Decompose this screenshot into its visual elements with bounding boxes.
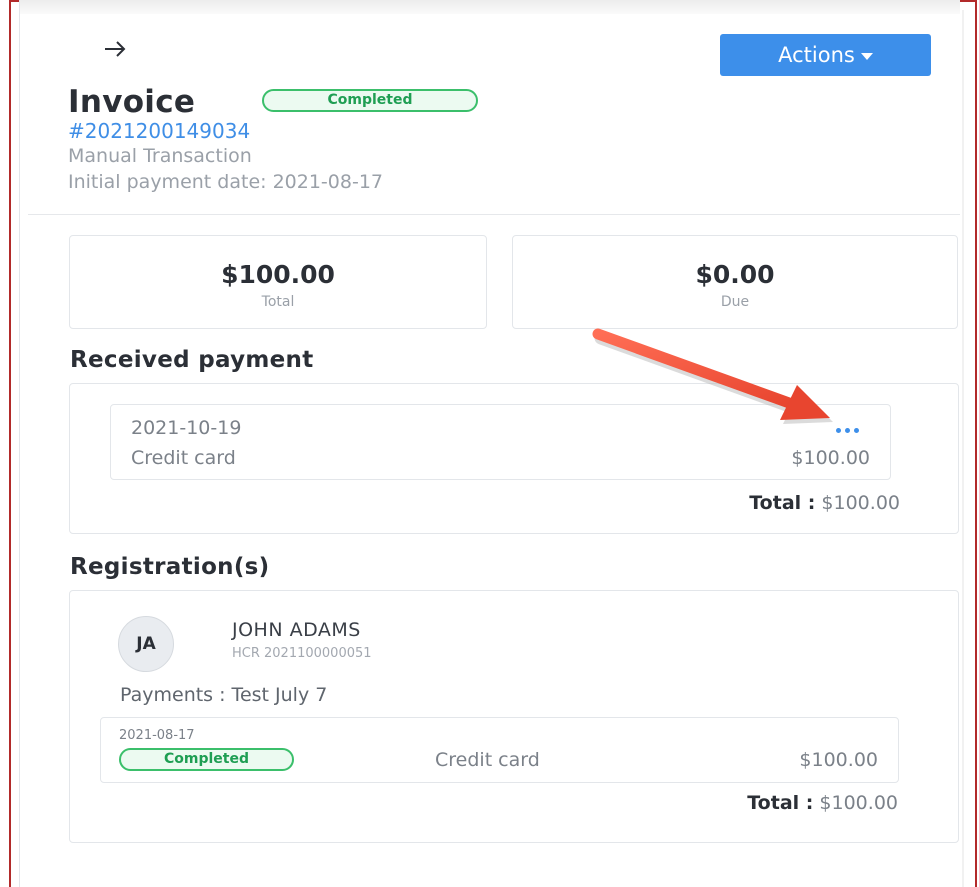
registrations-title: Registration(s) bbox=[70, 554, 270, 580]
payment-date: 2021-10-19 bbox=[131, 417, 242, 439]
arrow-right-icon[interactable] bbox=[104, 40, 126, 58]
more-horizontal-icon[interactable] bbox=[836, 425, 864, 435]
total-amount: $100.00 bbox=[221, 260, 335, 289]
top-shadow bbox=[20, 0, 960, 14]
due-label: Due bbox=[720, 294, 750, 310]
registration-payment-amount: $100.00 bbox=[799, 749, 878, 771]
status-badge: Completed bbox=[119, 748, 294, 771]
header-divider bbox=[28, 214, 960, 215]
total-label: Total bbox=[261, 294, 295, 310]
total-label: Total : bbox=[747, 792, 814, 814]
registration-payment-method: Credit card bbox=[435, 749, 540, 771]
total-value: $100.00 bbox=[819, 792, 898, 814]
initial-payment-date: Initial payment date: 2021-08-17 bbox=[68, 171, 383, 193]
payment-amount: $100.00 bbox=[791, 447, 870, 469]
actions-label: Actions bbox=[778, 43, 855, 67]
received-payment-total: Total : $100.00 bbox=[749, 492, 900, 514]
page-title: Invoice bbox=[68, 84, 196, 120]
due-summary-card: $0.00 Due bbox=[512, 235, 958, 329]
payment-row: 2021-10-19 Credit card $100.00 bbox=[110, 404, 891, 480]
panel-left-edge bbox=[19, 0, 20, 887]
registration-card: JA JOHN ADAMS HCR 2021100000051 Payments… bbox=[69, 590, 959, 843]
avatar: JA bbox=[118, 616, 174, 672]
invoice-number-link[interactable]: #2021200149034 bbox=[68, 119, 250, 143]
registration-code: HCR 2021100000051 bbox=[232, 646, 372, 661]
payments-label: Payments : Test July 7 bbox=[120, 684, 328, 706]
received-payment-card: 2021-10-19 Credit card $100.00 Total : $… bbox=[69, 383, 959, 534]
registration-payment-date: 2021-08-17 bbox=[119, 728, 195, 743]
registration-total: Total : $100.00 bbox=[747, 792, 898, 814]
registrant-name[interactable]: JOHN ADAMS bbox=[232, 619, 361, 641]
actions-dropdown-button[interactable]: Actions bbox=[720, 34, 931, 76]
due-amount: $0.00 bbox=[695, 260, 775, 289]
total-label: Total : bbox=[749, 492, 816, 514]
registration-payment-row: 2021-08-17 Completed Credit card $100.00 bbox=[100, 717, 899, 783]
transaction-type: Manual Transaction bbox=[68, 145, 252, 167]
caret-down-icon bbox=[860, 52, 873, 60]
total-summary-card: $100.00 Total bbox=[69, 235, 487, 329]
received-payment-title: Received payment bbox=[70, 347, 314, 373]
payment-method: Credit card bbox=[131, 447, 236, 469]
status-badge: Completed bbox=[262, 89, 478, 112]
total-value: $100.00 bbox=[821, 492, 900, 514]
scrollbar-track[interactable] bbox=[962, 10, 964, 887]
